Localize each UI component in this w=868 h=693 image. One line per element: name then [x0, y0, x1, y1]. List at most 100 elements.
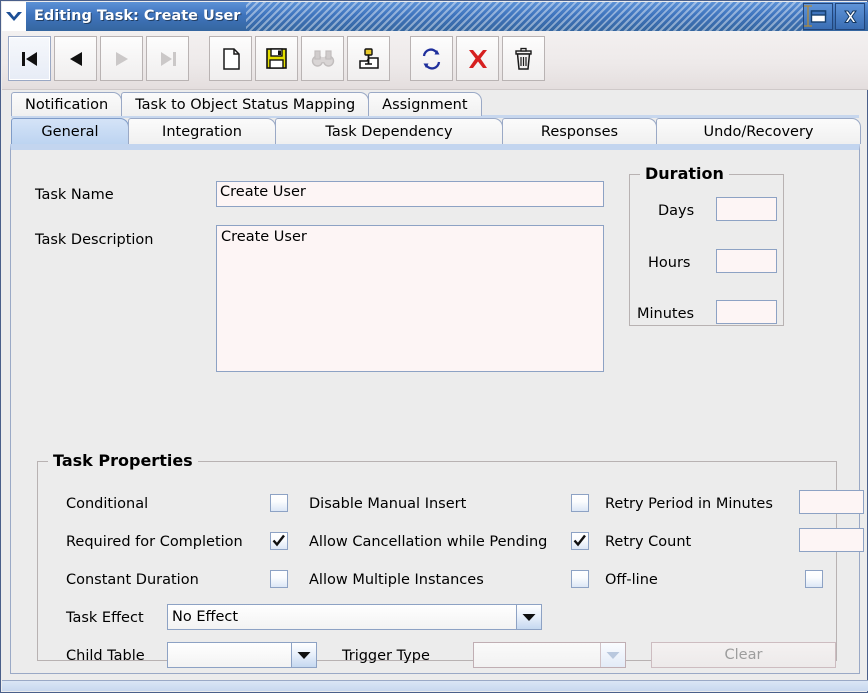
off-line-checkbox[interactable]: [805, 570, 823, 588]
child-table-value: [168, 643, 291, 667]
clear-button-label: Clear: [724, 647, 763, 663]
tab-label: General: [41, 123, 99, 140]
general-tab-panel: Task Name Create User Task Description C…: [10, 144, 864, 674]
tab-label: Integration: [162, 123, 242, 140]
tab-undo-recovery[interactable]: Undo/Recovery: [656, 118, 861, 144]
bottom-status-strip: [2, 680, 868, 691]
refresh-arrows-icon: [422, 47, 441, 70]
allow-cancellation-while-pending-label: Allow Cancellation while Pending: [309, 534, 548, 550]
off-line-label: Off-line: [605, 572, 658, 588]
duration-groupbox: Duration Days Hours Minutes: [629, 164, 784, 326]
tab-label: Task Dependency: [325, 123, 453, 140]
retry-count-input[interactable]: [799, 528, 864, 552]
required-for-completion-checkbox[interactable]: [270, 532, 288, 550]
task-effect-label: Task Effect: [66, 610, 144, 626]
tab-integration[interactable]: Integration: [128, 118, 276, 144]
tab-row-primary: General Integration Task Dependency Resp…: [11, 118, 861, 144]
task-name-label: Task Name: [35, 187, 114, 203]
tab-responses[interactable]: Responses: [502, 118, 657, 144]
required-for-completion-label: Required for Completion: [66, 534, 243, 550]
child-table-dropdown[interactable]: [167, 642, 317, 668]
tab-label: Assignment: [382, 96, 468, 113]
red-x-delete-icon: [468, 49, 487, 68]
disable-manual-insert-checkbox[interactable]: [571, 494, 589, 512]
trigger-type-label: Trigger Type: [342, 648, 430, 664]
pushpin-folder-icon: [358, 47, 379, 69]
tab-label: Undo/Recovery: [703, 123, 814, 140]
trash-button[interactable]: [502, 36, 545, 81]
hours-input[interactable]: [716, 249, 777, 273]
retry-period-input[interactable]: [799, 490, 864, 514]
floppy-disk-save-icon: [266, 48, 287, 69]
clear-button[interactable]: Clear: [651, 642, 836, 668]
find-button[interactable]: [301, 36, 344, 81]
toolbar: [2, 31, 868, 90]
window-title: Editing Task: Create User: [26, 2, 247, 31]
chevron-down-icon: [291, 643, 316, 667]
window-menu-button[interactable]: [2, 2, 26, 31]
first-record-icon: [21, 51, 37, 66]
retry-period-label: Retry Period in Minutes: [605, 496, 773, 512]
close-icon: [843, 10, 857, 23]
save-button[interactable]: [255, 36, 298, 81]
previous-record-button[interactable]: [54, 36, 97, 81]
allow-cancellation-while-pending-checkbox[interactable]: [571, 532, 589, 550]
editing-task-window: Editing Task: Create User Notification T…: [0, 0, 868, 693]
last-record-button[interactable]: [146, 36, 189, 81]
allow-multiple-instances-label: Allow Multiple Instances: [309, 572, 484, 588]
child-table-label: Child Table: [66, 648, 145, 664]
chevron-down-icon: [516, 605, 541, 629]
days-input[interactable]: [716, 197, 777, 221]
first-record-button[interactable]: [8, 36, 51, 81]
task-properties-groupbox: Task Properties Conditional Disable Manu…: [37, 451, 864, 668]
task-description-label: Task Description: [35, 232, 154, 248]
previous-record-icon: [69, 51, 82, 66]
last-record-icon: [160, 51, 176, 66]
tab-label: Notification: [25, 96, 109, 113]
trigger-type-value: [474, 643, 600, 667]
task-properties-title: Task Properties: [48, 451, 198, 470]
next-record-button[interactable]: [100, 36, 143, 81]
chevron-down-icon: [6, 11, 22, 21]
allow-multiple-instances-checkbox[interactable]: [571, 570, 589, 588]
trash-bin-icon: [515, 47, 532, 70]
retry-count-label: Retry Count: [605, 534, 692, 550]
conditional-checkbox[interactable]: [270, 494, 288, 512]
task-effect-value: No Effect: [168, 605, 516, 629]
binoculars-find-icon: [311, 49, 334, 67]
tab-notification[interactable]: Notification: [11, 92, 123, 116]
constant-duration-label: Constant Duration: [66, 572, 199, 588]
query-button[interactable]: [347, 36, 390, 81]
constant-duration-checkbox[interactable]: [270, 570, 288, 588]
tab-task-to-object-status-mapping[interactable]: Task to Object Status Mapping: [121, 92, 370, 116]
minutes-label: Minutes: [637, 306, 695, 322]
new-button[interactable]: [209, 36, 252, 81]
checkmark-icon: [573, 534, 586, 547]
task-description-input[interactable]: Create User: [216, 225, 604, 372]
task-effect-dropdown[interactable]: No Effect: [167, 604, 542, 630]
checkmark-icon: [272, 534, 285, 547]
tab-assignment[interactable]: Assignment: [368, 92, 482, 116]
close-button[interactable]: [835, 3, 865, 30]
next-record-icon: [115, 51, 128, 66]
tab-task-dependency[interactable]: Task Dependency: [275, 118, 503, 144]
duration-title: Duration: [640, 164, 729, 183]
tab-row-secondary: Notification Task to Object Status Mappi…: [11, 92, 482, 116]
minutes-input[interactable]: [716, 300, 777, 324]
disable-manual-insert-label: Disable Manual Insert: [309, 496, 467, 512]
conditional-label: Conditional: [66, 496, 149, 512]
tab-label: Task to Object Status Mapping: [135, 96, 356, 113]
days-label: Days: [658, 203, 695, 219]
hours-label: Hours: [648, 255, 691, 271]
tab-label: Responses: [540, 123, 619, 140]
new-document-icon: [222, 47, 240, 70]
delete-button[interactable]: [456, 36, 499, 81]
trigger-type-dropdown[interactable]: [473, 642, 626, 668]
chevron-down-icon: [600, 643, 625, 667]
tab-general[interactable]: General: [11, 118, 129, 144]
refresh-button[interactable]: [410, 36, 453, 81]
tab-bar: Notification Task to Object Status Mappi…: [2, 89, 868, 144]
task-name-input[interactable]: Create User: [216, 181, 604, 207]
title-bar: Editing Task: Create User: [2, 2, 868, 31]
title-bar-hatch-fill: [246, 2, 803, 31]
